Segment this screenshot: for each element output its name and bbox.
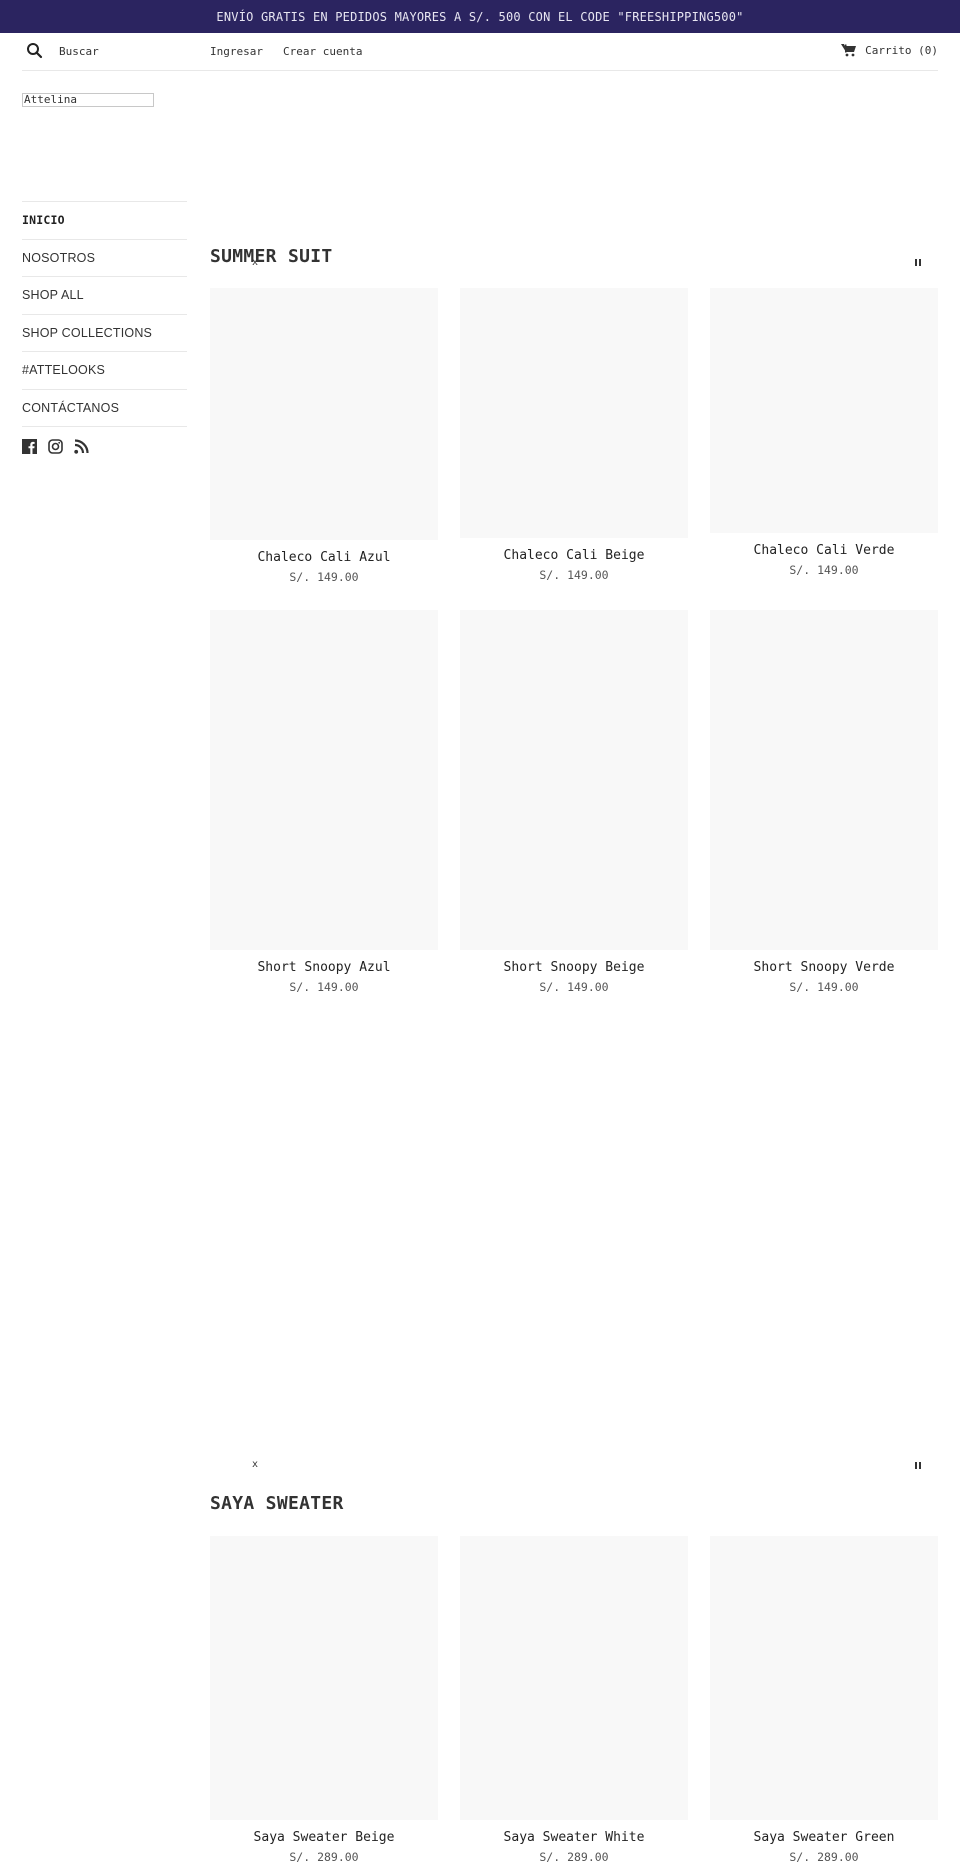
product-image[interactable] [710, 610, 938, 950]
sidebar-nav: INICIO NOSOTROS SHOP ALL SHOP COLLECTION… [22, 201, 187, 454]
product-title[interactable]: Short Snoopy Verde [710, 960, 938, 976]
product-price: S/. 289.00 [539, 1850, 609, 1864]
section-title-saya-sweater: SAYA SWEATER [210, 1493, 344, 1514]
product-price: S/. 149.00 [289, 570, 359, 584]
product-title[interactable]: Saya Sweater Green [710, 1830, 938, 1846]
product-card[interactable]: Short Snoopy Azul S/. 149.00 [210, 610, 438, 995]
announcement-bar: ENVÍO GRATIS EN PEDIDOS MAYORES A S/. 50… [0, 0, 960, 33]
product-title[interactable]: Chaleco Cali Verde [710, 543, 938, 559]
instagram-icon[interactable] [48, 439, 63, 454]
product-price: S/. 149.00 [289, 980, 359, 994]
product-price: S/. 289.00 [289, 1850, 359, 1864]
create-account-link[interactable]: Crear cuenta [283, 45, 362, 58]
product-price: S/. 149.00 [539, 980, 609, 994]
facebook-icon[interactable] [22, 439, 37, 454]
product-image[interactable] [210, 288, 438, 540]
logo[interactable]: Attelina [22, 93, 154, 107]
product-card[interactable]: Saya Sweater Green S/. 289.00 [710, 1536, 938, 1865]
product-image[interactable] [460, 288, 688, 538]
product-title[interactable]: Saya Sweater White [460, 1830, 688, 1846]
product-card[interactable]: Chaleco Cali Azul S/. 149.00 [210, 288, 438, 585]
product-image[interactable] [460, 610, 688, 950]
login-link[interactable]: Ingresar [210, 45, 263, 58]
cart-label: Carrito (0) [865, 43, 938, 57]
product-title[interactable]: Chaleco Cali Azul [210, 550, 438, 566]
search-icon[interactable] [26, 42, 44, 60]
product-card[interactable]: Short Snoopy Verde S/. 149.00 [710, 610, 938, 995]
pause-icon[interactable] [915, 1462, 921, 1469]
search-input[interactable]: Buscar [59, 45, 99, 58]
product-title[interactable]: Saya Sweater Beige [210, 1830, 438, 1846]
product-card[interactable]: Chaleco Cali Beige S/. 149.00 [460, 288, 688, 583]
product-card[interactable]: Chaleco Cali Verde S/. 149.00 [710, 288, 938, 578]
product-price: S/. 149.00 [539, 568, 609, 582]
product-title[interactable]: Short Snoopy Azul [210, 960, 438, 976]
pause-icon[interactable] [915, 259, 921, 266]
product-image[interactable] [710, 288, 938, 533]
section-title-summer-suit: SUMMER SUIT [210, 246, 333, 267]
product-title[interactable]: Chaleco Cali Beige [460, 548, 688, 564]
sidebar-item-contactanos[interactable]: CONTÁCTANOS [22, 388, 187, 427]
cart-link[interactable]: Carrito (0) [841, 43, 938, 57]
slideshow-close-icon[interactable]: x [252, 1459, 258, 1470]
product-price: S/. 149.00 [789, 980, 859, 994]
product-image[interactable] [210, 610, 438, 950]
product-image[interactable] [210, 1536, 438, 1820]
cart-icon [841, 43, 857, 57]
product-card[interactable]: Short Snoopy Beige S/. 149.00 [460, 610, 688, 995]
announcement-text: ENVÍO GRATIS EN PEDIDOS MAYORES A S/. 50… [216, 9, 744, 24]
product-card[interactable]: Saya Sweater White S/. 289.00 [460, 1536, 688, 1865]
sidebar-item-shop-collections[interactable]: SHOP COLLECTIONS [22, 313, 187, 352]
product-image[interactable] [710, 1536, 938, 1820]
rss-icon[interactable] [74, 439, 89, 454]
site-header: Buscar Ingresar Crear cuenta Carrito (0) [22, 33, 938, 71]
product-price: S/. 149.00 [789, 563, 859, 577]
sidebar-item-nosotros[interactable]: NOSOTROS [22, 238, 187, 277]
social-links [22, 439, 187, 454]
product-price: S/. 289.00 [789, 1850, 859, 1864]
product-image[interactable] [460, 1536, 688, 1820]
sidebar-item-inicio[interactable]: INICIO [22, 201, 187, 239]
sidebar-item-shop-all[interactable]: SHOP ALL [22, 276, 187, 314]
sidebar-item-attelooks[interactable]: #ATTELOOKS [22, 351, 187, 389]
product-card[interactable]: Saya Sweater Beige S/. 289.00 [210, 1536, 438, 1865]
product-title[interactable]: Short Snoopy Beige [460, 960, 688, 976]
slideshow-close-icon[interactable]: x [252, 257, 258, 268]
